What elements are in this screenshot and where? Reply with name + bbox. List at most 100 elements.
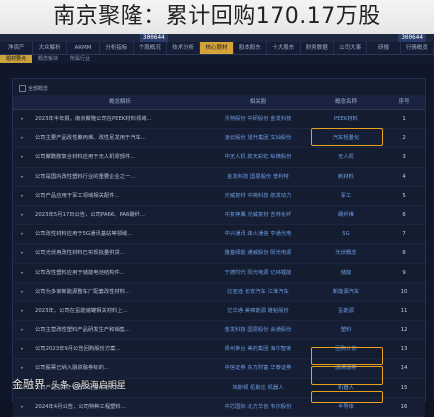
expand-arrow-icon[interactable]: ▸ [21,302,33,320]
main-tabs: 净资产 大众解析 ARMM 分析指标 个股概况 技术分析 核心题材 股本股东 十大股东 财务数据公… [0,42,434,55]
concept-name[interactable]: 新能源汽车 [313,283,379,301]
concept-desc: 2024年4月公告，公司特种工程塑料... [35,403,126,410]
row-number: 16 [400,403,408,410]
related-stocks[interactable]: 光威复材 中简科技 航发动力 [208,187,308,205]
headline: 南京聚隆：累计回购170.17万股 [0,0,434,34]
related-stocks[interactable]: 埃斯顿 拓斯达 机器人 [208,379,308,397]
expand-arrow-icon[interactable]: ▸ [21,110,33,128]
related-stocks[interactable]: 金发科技 国恩股份 会通股份 [208,321,308,339]
concept-desc: 公司主要产品改性聚丙烯、改性尼龙用于汽车... [35,135,146,142]
row-number: 12 [400,327,408,334]
row-number: 10 [400,288,408,295]
row-number: 2 [402,135,406,142]
expand-arrow-icon[interactable]: ▸ [21,398,33,416]
table-row[interactable]: ▸ 2023年5月17日公告，公司PA66、PA6碳纤... 中复神鹰 光威复材 吉… [13,205,425,226]
tab-10[interactable]: 公司大事 [334,42,368,54]
header-concept: 相关股 [249,99,267,105]
related-stocks[interactable]: 凌云股份 旭升集团 文灿股份 [208,129,308,147]
expand-arrow-icon[interactable]: ▸ [21,359,33,377]
concept-desc: 公司光伏用改性材料已实现批量供货... [35,250,125,257]
concept-name[interactable]: 新材料 [313,168,379,186]
highlight-box-plastic [311,347,383,365]
expand-arrow-icon[interactable]: ▸ [21,206,33,224]
related-stocks[interactable]: 中芯国际 北方华创 韦尔股份 [208,398,308,416]
tab-4[interactable]: 个股概况 [134,42,167,54]
concept-desc: 公司改性塑料应用于储能电池结构件... [35,269,125,276]
subtab-2[interactable]: 所属行业 [64,55,96,63]
concept-name[interactable]: 塑料 [313,321,379,339]
expand-arrow-icon[interactable]: ▸ [21,244,33,262]
highlight-box-buyback [311,366,383,385]
table-row[interactable]: ▸ 2023年，公司在氢能储罐相关材料上... 亿华通 美锦能源 雄韬股份 氢能源 11 [13,302,425,322]
table-row[interactable]: ▸ 公司产品应用于军工领域相关配件... 光威复材 中简科技 航发动力 军工 5 [13,187,425,206]
tab-8[interactable]: 十大股东 [267,42,301,54]
tab-9[interactable]: 财务数据 [301,42,334,54]
expand-arrow-icon[interactable]: ▸ [21,187,33,205]
stock-code-right: 300644 [398,34,426,42]
related-stocks[interactable]: 沃特股份 中研股份 金发科技 [208,110,308,128]
row-number: 7 [402,231,406,238]
related-stocks[interactable]: 中信证券 东方财富 华泰证券 [208,359,308,377]
tab-3[interactable]: 分析指标 [100,42,134,54]
related-stocks[interactable]: 中复神鹰 光威复材 吉林化纤 [208,206,308,224]
related-stocks[interactable]: 宁德时代 阳光电源 亿纬锂能 [208,264,308,282]
expand-arrow-icon[interactable]: ▸ [21,321,33,339]
related-stocks[interactable]: 隆基绿能 通威股份 阳光电源 [208,244,308,262]
table-row[interactable]: ▸ 公司为多家新能源整车厂配套改性材料... 比亚迪 长安汽车 江淮汽车 新能源汽车 1… [13,282,425,302]
tab-7[interactable]: 股本股东 [234,42,268,54]
concept-name[interactable]: 无人机 [313,148,379,166]
highlight-box-robot [311,391,383,403]
tab-6[interactable]: 核心题材 [200,42,234,54]
related-stocks[interactable]: 中兴通讯 烽火通信 亨通光电 [208,225,308,243]
subtab-1[interactable]: 概念板块 [32,55,64,63]
concept-name[interactable]: 5G [313,225,379,243]
row-number: 8 [402,250,406,257]
concept-name[interactable]: 储能 [313,264,379,282]
table-row[interactable]: ▸ 公司聚酰胺复合材料应用于无人机零部件... 中无人机 航天彩虹 纵横股份 无人机 3 [13,148,425,168]
table-row[interactable]: ▸ 公司改性材料应用于5G通讯基站等领域... 中兴通讯 烽火通信 亨通光电 5G 7 [13,225,425,245]
table-row[interactable]: ▸ 公司是国内改性塑料行业的重要企业之一... 金发科技 国恩股份 普利特 新材料 4 [13,167,425,187]
header-num: 序号 [398,99,410,105]
related-stocks[interactable]: 中无人机 航天彩虹 纵横股份 [208,148,308,166]
tab-11[interactable]: 研报 [367,42,401,54]
table-row[interactable]: ▸ 公司主营改性塑料产品研发生产和销售... 金发科技 国恩股份 会通股份 塑料 12 [13,321,425,341]
table-row[interactable]: ▸ 2023年半年报，南京聚隆公司在PEEK材料领域... 沃特股份 中研股份 金发… [13,110,425,130]
expand-arrow-icon[interactable]: ▸ [21,168,33,186]
expand-arrow-icon[interactable]: ▸ [21,129,33,147]
subtab-0[interactable]: 题材要点 [0,55,33,63]
concept-name[interactable]: 军工 [313,187,379,205]
filter-all-concepts[interactable]: 全部概念 [19,85,48,92]
related-stocks[interactable]: 贵州茅台 美的集团 海尔智家 [208,340,308,358]
expand-arrow-icon[interactable]: ▸ [21,283,33,301]
concept-desc: 公司主营改性塑料产品研发生产和销售... [35,327,131,334]
sub-tabs: 题材要点 概念板块 所属行业 [0,55,434,63]
concept-name[interactable]: 氢能源 [313,302,379,320]
concept-name[interactable]: 光伏概念 [313,244,379,262]
expand-arrow-icon[interactable]: ▸ [21,225,33,243]
concept-desc: 公司是国内改性塑料行业的重要企业之一... [35,173,136,180]
checkbox[interactable] [19,85,26,92]
table-row[interactable]: ▸ 公司改性塑料应用于储能电池结构件... 宁德时代 阳光电源 亿纬锂能 储能 9 [13,264,425,283]
tab-2[interactable]: ARMM [67,42,101,54]
expand-arrow-icon[interactable]: ▸ [21,264,33,282]
expand-arrow-icon[interactable]: ▸ [21,340,33,358]
tab-1[interactable]: 大众解析 [33,42,67,54]
row-number: 15 [400,384,408,391]
expand-arrow-icon[interactable]: ▸ [21,148,33,166]
concept-desc: 2023年5月17日公告，公司PA66、PA6碳纤... [35,211,145,218]
related-stocks[interactable]: 比亚迪 长安汽车 江淮汽车 [208,283,308,301]
row-number: 5 [402,192,406,199]
row-number: 14 [400,365,408,372]
header-desc: 概念解析 [108,99,131,105]
tab-12[interactable]: 行情概览 [401,42,434,54]
concept-desc: 2023年半年报，南京聚隆公司在PEEK材料领域... [35,116,152,122]
tab-5[interactable]: 技术分析 [167,42,201,54]
tab-0[interactable]: 净资产 [0,42,34,54]
concept-name[interactable]: PEEK材料 [313,110,379,128]
filter-label: 全部概念 [28,86,49,92]
related-stocks[interactable]: 金发科技 国恩股份 普利特 [208,168,308,186]
table-row[interactable]: ▸ 公司光伏用改性材料已实现批量供货... 隆基绿能 通威股份 阳光电源 光伏概念 8 [13,244,425,264]
concept-desc: 公司改性材料应用于5G通讯基站等领域... [35,231,133,238]
concept-name[interactable]: 碳纤维 [313,206,379,224]
related-stocks[interactable]: 亿华通 美锦能源 雄韬股份 [208,302,308,320]
